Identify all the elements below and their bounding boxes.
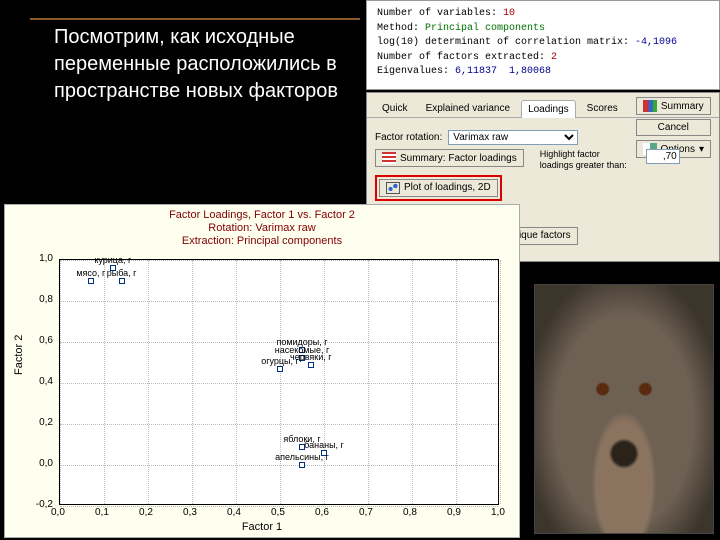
grid-v [368,260,369,504]
x-tick: 0,7 [359,507,373,518]
data-point-label: апельсины, г [275,452,329,462]
x-tick: 0,3 [183,507,197,518]
x-tick: 0,1 [95,507,109,518]
summary-loadings-label: Summary: Factor loadings [400,153,517,164]
data-point-label: курица, г [94,255,131,265]
summary-loadings-button[interactable]: Summary: Factor loadings [375,149,524,167]
data-point [299,462,305,468]
data-point [308,362,314,368]
grid-h [60,465,498,466]
y-tick: 0,0 [39,458,53,469]
highlight-label: Highlight factor loadings greater than: [540,149,630,171]
grid-v [324,260,325,504]
x-axis-label: Factor 1 [5,521,519,533]
y-tick: 0,4 [39,376,53,387]
x-tick: 0,2 [139,507,153,518]
data-point-label: бананы, г [304,440,344,450]
y-axis-label: Factor 2 [13,335,25,375]
summary-button[interactable]: Summary [636,97,712,115]
grid-h [60,383,498,384]
grid-v [192,260,193,504]
grid-v [456,260,457,504]
rotation-label: Factor rotation: [375,132,442,143]
x-tick: 0,9 [447,507,461,518]
summary-icon [643,100,657,112]
data-point [88,278,94,284]
stats-output: Number of variables: 10 Method: Principa… [366,0,720,90]
data-point-label: огурцы, г [261,356,299,366]
highlight-threshold-input[interactable] [646,149,680,164]
x-tick: 0,6 [315,507,329,518]
scatter-2d-icon [386,182,400,194]
chart-title: Factor Loadings, Factor 1 vs. Factor 2 R… [5,205,519,249]
plot-2d-label: Plot of loadings, 2D [404,182,491,193]
x-tick: 0,4 [227,507,241,518]
plot-area: курица, гмясо, грыба, гпомидоры, гнасеко… [59,259,499,505]
data-point-label: мясо, г [76,268,105,278]
data-point [119,278,125,284]
y-tick: 0,6 [39,335,53,346]
data-point [277,366,283,372]
grid-v [280,260,281,504]
tab-loadings[interactable]: Loadings [521,100,576,118]
tab-quick[interactable]: Quick [375,99,415,117]
grid-v [60,260,61,504]
slide-title: Посмотрим, как исходные переменные распо… [54,24,354,105]
x-tick: 1,0 [491,507,505,518]
table-icon [382,152,396,164]
grid-v [104,260,105,504]
x-tick: 0,5 [271,507,285,518]
grid-v [500,260,501,504]
x-tick: 0,8 [403,507,417,518]
slide-accent [30,18,360,20]
grid-v [412,260,413,504]
plot-loadings-2d-button[interactable]: Plot of loadings, 2D [379,179,498,197]
loadings-chart: Factor Loadings, Factor 1 vs. Factor 2 R… [4,204,520,538]
tab-explained-variance[interactable]: Explained variance [419,99,518,117]
tab-scores[interactable]: Scores [580,99,625,117]
summary-label: Summary [661,101,704,112]
grid-v [148,260,149,504]
baboon-photo [534,284,714,534]
data-point-label: рыба, г [107,268,137,278]
grid-h [60,301,498,302]
grid-h [60,424,498,425]
y-tick: 1,0 [39,253,53,264]
y-tick: 0,2 [39,417,53,428]
rotation-select[interactable]: Varimax raw [448,130,578,145]
y-tick: 0,8 [39,294,53,305]
plot-2d-highlight: Plot of loadings, 2D [375,175,502,201]
x-tick: 0,0 [51,507,65,518]
grid-v [236,260,237,504]
